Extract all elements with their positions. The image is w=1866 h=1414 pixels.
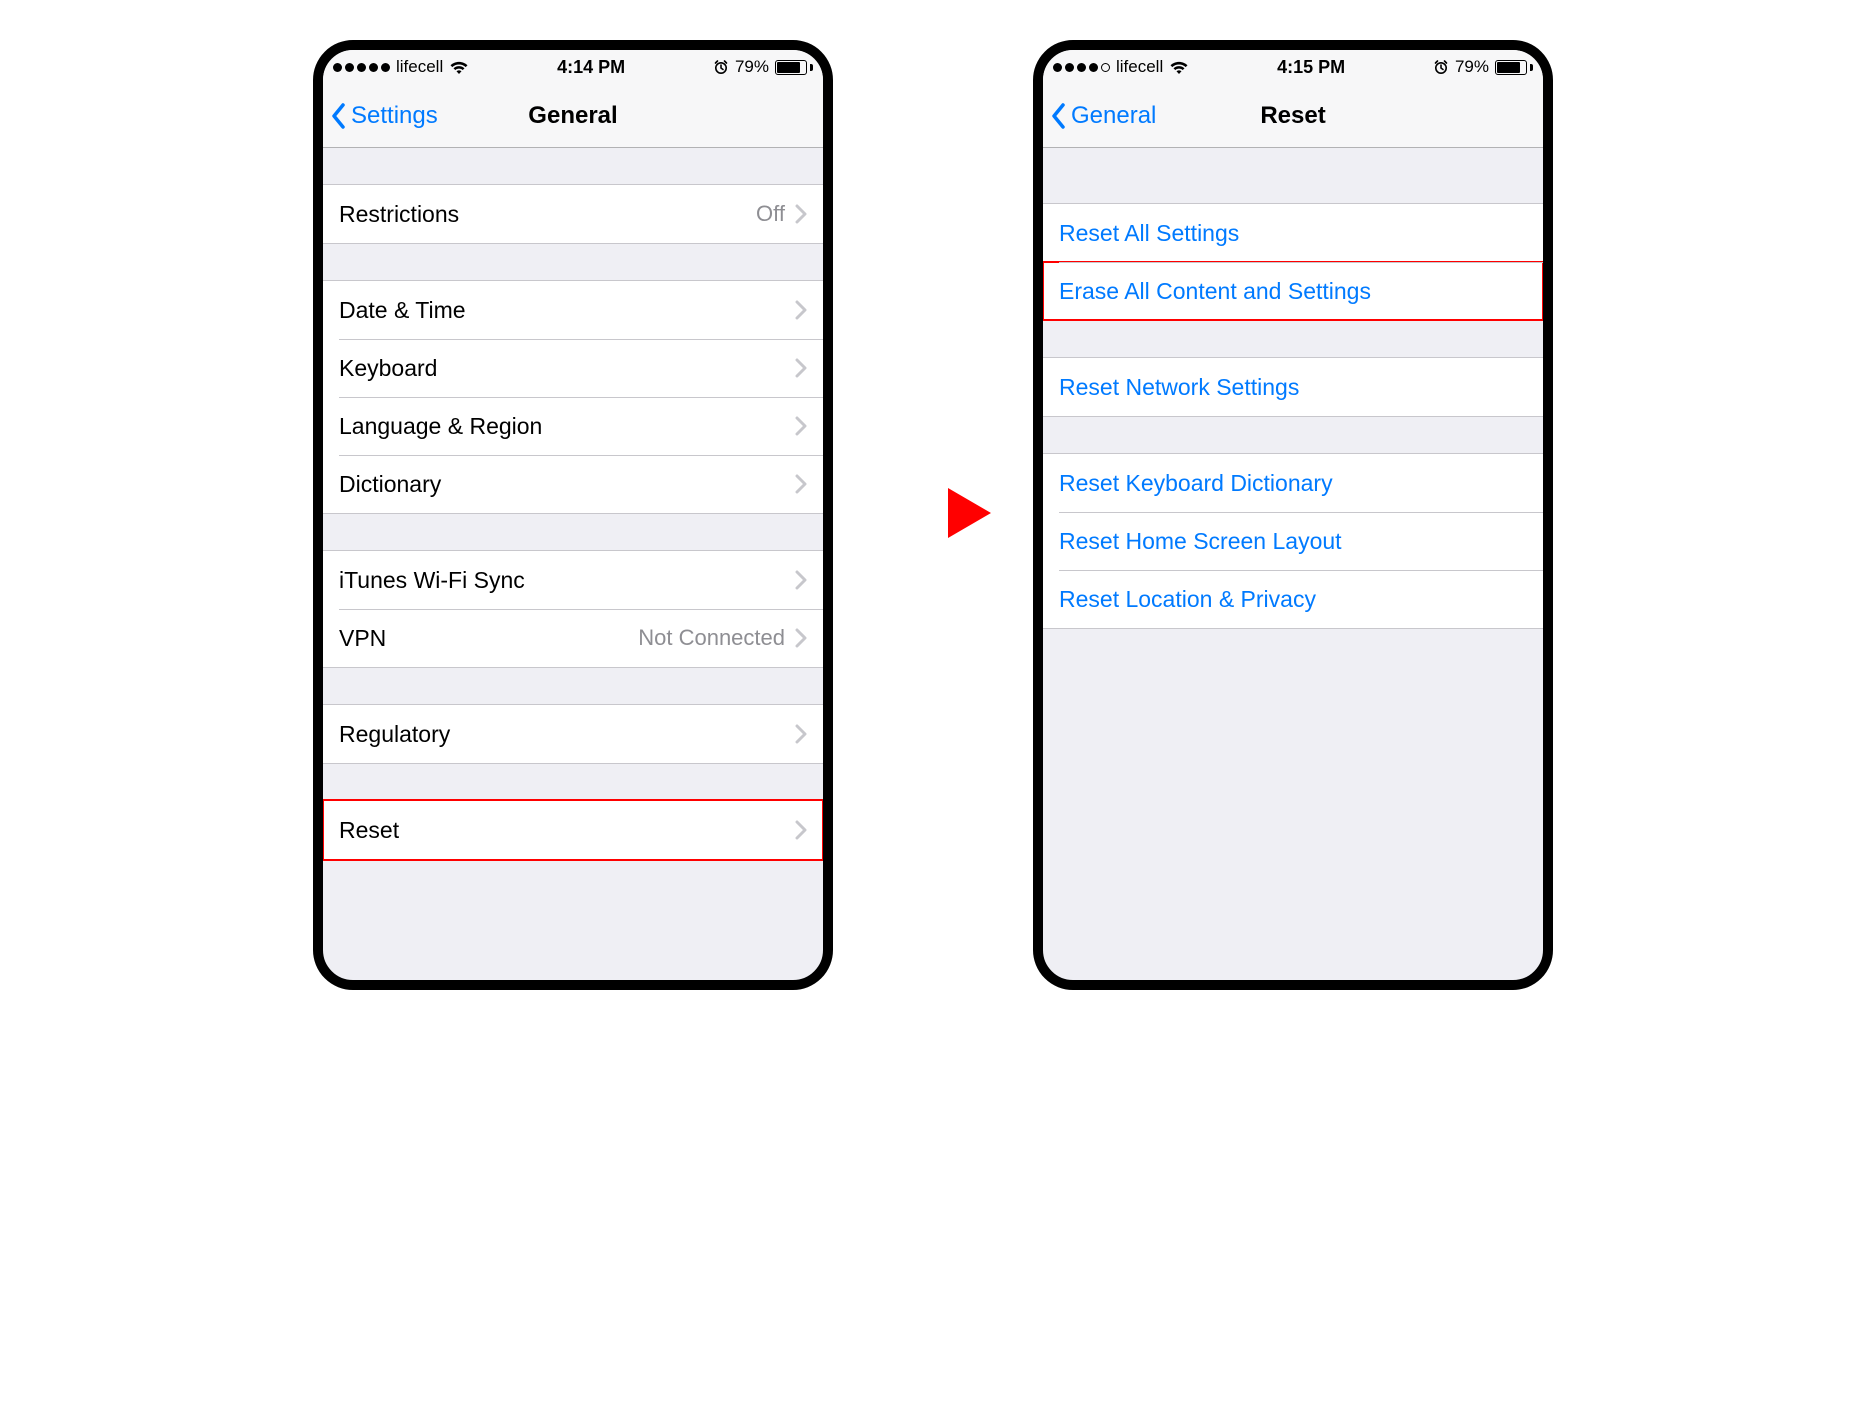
chevron-right-icon [795,300,807,320]
row-keyboard[interactable]: Keyboard [323,339,823,397]
chevron-right-icon [795,358,807,378]
arrow-right-icon [873,473,993,558]
row-erase-all-content-and-settings[interactable]: Erase All Content and Settings [1043,262,1543,320]
row-itunes-wifi-sync[interactable]: iTunes Wi-Fi Sync [323,551,823,609]
back-button[interactable]: Settings [323,102,438,130]
battery-pct-label: 79% [1455,57,1489,77]
nav-bar: General Reset [1043,84,1543,148]
back-label: General [1071,102,1156,130]
chevron-right-icon [795,474,807,494]
row-value: Not Connected [638,625,785,651]
row-restrictions[interactable]: Restrictions Off [323,185,823,243]
wifi-icon [1169,60,1189,75]
chevron-right-icon [795,820,807,840]
chevron-right-icon [795,204,807,224]
wifi-icon [449,60,469,75]
chevron-right-icon [795,416,807,436]
nav-bar: Settings General [323,84,823,148]
status-bar: lifecell 4:15 PM 79% [1043,50,1543,84]
chevron-left-icon [331,103,347,129]
row-label: Reset All Settings [1059,220,1527,247]
row-label: Dictionary [339,471,795,498]
status-bar: lifecell 4:14 PM 79% [323,50,823,84]
carrier-label: lifecell [1116,57,1163,77]
chevron-right-icon [795,628,807,648]
row-reset-all-settings[interactable]: Reset All Settings [1043,204,1543,262]
chevron-left-icon [1051,103,1067,129]
row-regulatory[interactable]: Regulatory [323,705,823,763]
clock-label: 4:14 PM [557,57,625,78]
row-label: Date & Time [339,297,795,324]
row-label: Reset Keyboard Dictionary [1059,470,1527,497]
alarm-icon [1433,59,1449,75]
settings-list: Restrictions Off Date & Time Keyboard La… [323,148,823,980]
battery-pct-label: 79% [735,57,769,77]
row-date-time[interactable]: Date & Time [323,281,823,339]
phone-reset: lifecell 4:15 PM 79% General Reset [1033,40,1553,990]
row-label: Reset Location & Privacy [1059,586,1527,613]
row-reset[interactable]: Reset [323,801,823,859]
clock-label: 4:15 PM [1277,57,1345,78]
row-label: Keyboard [339,355,795,382]
row-label: iTunes Wi-Fi Sync [339,567,795,594]
row-dictionary[interactable]: Dictionary [323,455,823,513]
row-label: Reset Home Screen Layout [1059,528,1527,555]
phone-general: lifecell 4:14 PM 79% Settings General [313,40,833,990]
signal-dots-icon [333,63,390,72]
row-label: Language & Region [339,413,795,440]
battery-icon [775,60,813,75]
chevron-right-icon [795,570,807,590]
row-label: Reset [339,817,795,844]
row-reset-keyboard-dictionary[interactable]: Reset Keyboard Dictionary [1043,454,1543,512]
reset-list: Reset All Settings Erase All Content and… [1043,148,1543,980]
row-label: Restrictions [339,201,756,228]
row-reset-home-screen-layout[interactable]: Reset Home Screen Layout [1043,512,1543,570]
carrier-label: lifecell [396,57,443,77]
row-value: Off [756,201,785,227]
chevron-right-icon [795,724,807,744]
row-reset-network-settings[interactable]: Reset Network Settings [1043,358,1543,416]
row-label: VPN [339,625,638,652]
signal-dots-icon [1053,63,1110,72]
row-reset-location-privacy[interactable]: Reset Location & Privacy [1043,570,1543,628]
alarm-icon [713,59,729,75]
row-label: Erase All Content and Settings [1059,278,1527,305]
row-language-region[interactable]: Language & Region [323,397,823,455]
row-label: Reset Network Settings [1059,374,1527,401]
battery-icon [1495,60,1533,75]
row-vpn[interactable]: VPN Not Connected [323,609,823,667]
row-label: Regulatory [339,721,795,748]
back-label: Settings [351,102,438,130]
back-button[interactable]: General [1043,102,1156,130]
